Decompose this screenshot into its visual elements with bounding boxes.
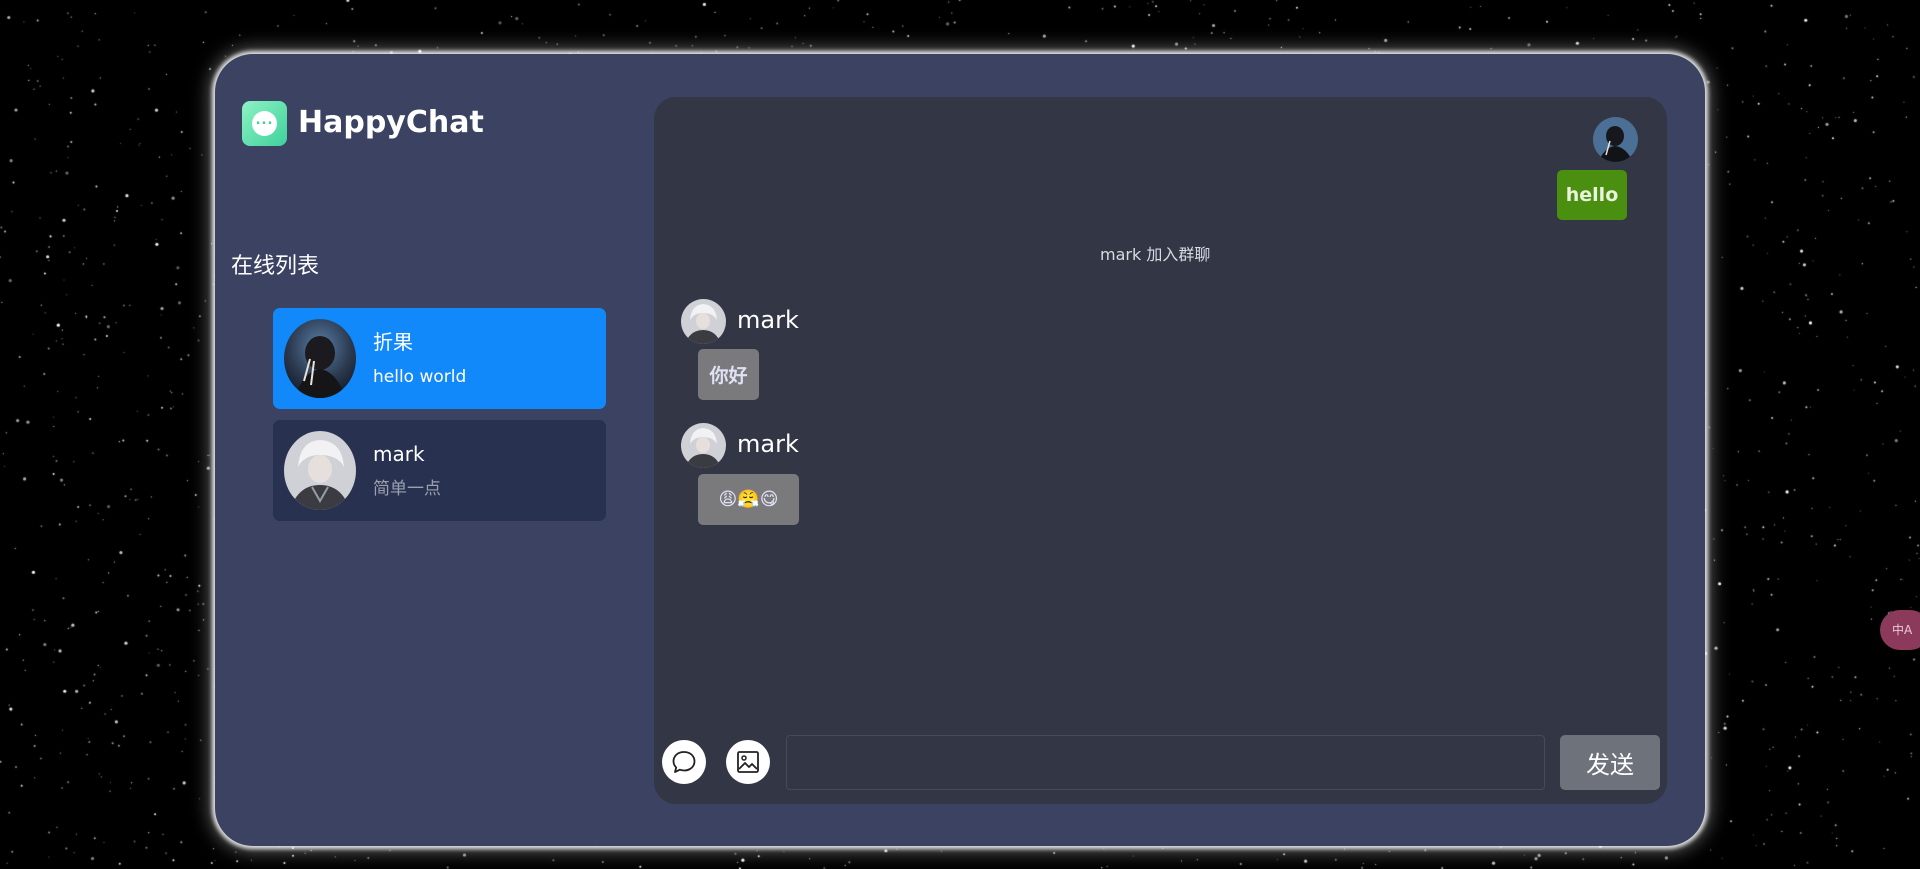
- chat-panel: [654, 97, 1667, 804]
- system-message: mark 加入群聊: [1100, 245, 1211, 264]
- user-card-mark[interactable]: mark 简单一点: [273, 420, 606, 521]
- sender-avatar: [681, 423, 726, 468]
- sender-name: mark: [737, 430, 799, 458]
- chat-bubble-icon: ...: [252, 111, 277, 136]
- user-name: 折果: [373, 330, 413, 354]
- image-icon: [737, 751, 759, 773]
- message-bubble-other: 你好: [698, 349, 759, 400]
- image-upload-button[interactable]: [726, 740, 770, 784]
- speech-bubble-icon: [672, 751, 696, 773]
- send-button[interactable]: 发送: [1560, 735, 1660, 790]
- app-logo: ...: [242, 101, 287, 146]
- user-name: mark: [373, 442, 425, 466]
- self-avatar: [1593, 117, 1638, 162]
- message-bubble-other: 😩😤😋: [698, 474, 799, 525]
- avatar: [284, 431, 356, 510]
- sender-avatar: [681, 299, 726, 344]
- message-input[interactable]: [786, 735, 1545, 790]
- message-bubble-self: hello: [1557, 170, 1627, 220]
- emoji-button[interactable]: [662, 740, 706, 784]
- translate-icon[interactable]: 中A: [1880, 610, 1920, 650]
- app-title: HappyChat: [298, 105, 484, 140]
- avatar: [284, 319, 356, 398]
- user-last-message: 简单一点: [373, 479, 441, 499]
- user-last-message: hello world: [373, 367, 467, 387]
- sender-name: mark: [737, 306, 799, 334]
- online-list-title: 在线列表: [231, 254, 320, 279]
- user-card-zheguo[interactable]: 折果 hello world: [273, 308, 606, 409]
